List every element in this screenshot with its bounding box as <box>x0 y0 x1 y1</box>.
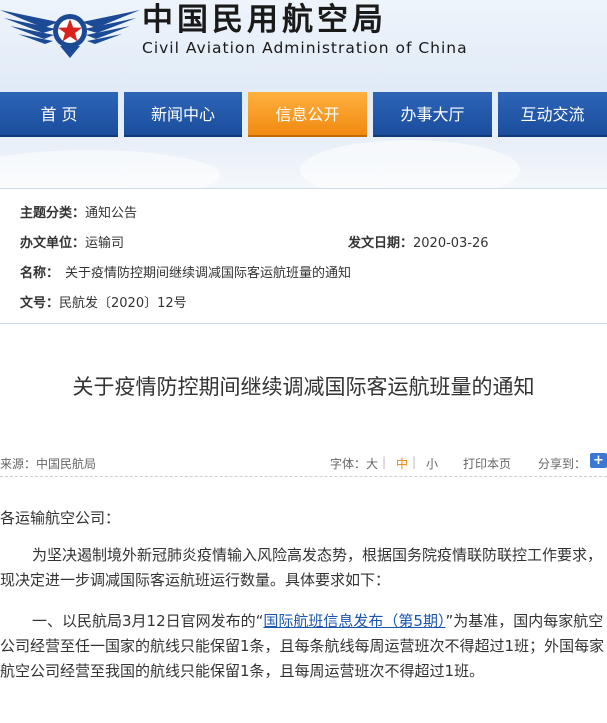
separator: | <box>412 455 417 469</box>
main-navigation: 首 页 新闻中心 信息公开 办事大厅 互动交流 <box>0 92 607 137</box>
unit-label: 办文单位： <box>20 236 86 251</box>
info-name: 名称： 关于疫情防控期间继续调减国际客运航班量的通知 <box>20 262 351 281</box>
docno-value: 民航发〔2020〕12号 <box>59 296 187 311</box>
article-paragraph-1: 为坚决遏制境外新冠肺炎疫情输入风险高发态势，根据国务院疫情联防联控工作要求，现决… <box>0 546 603 589</box>
name-value: 关于疫情防控期间继续调减国际客运航班量的通知 <box>65 266 352 281</box>
caac-emblem-icon[interactable] <box>0 2 140 62</box>
name-label: 名称： <box>20 266 60 281</box>
category-label: 主题分类： <box>20 206 86 221</box>
info-unit: 办文单位：运输司 <box>20 232 124 251</box>
separator: | <box>382 455 387 469</box>
info-category: 主题分类：通知公告 <box>20 202 137 221</box>
share-plus-icon[interactable]: + <box>590 453 607 468</box>
docno-label: 文号： <box>20 296 60 311</box>
date-value: 2020-03-26 <box>413 236 489 251</box>
cloud-decoration <box>0 150 220 190</box>
document-info-panel: 主题分类：通知公告 办文单位：运输司 发文日期：2020-03-26 名称： 关于… <box>0 188 607 324</box>
nav-home[interactable]: 首 页 <box>0 92 118 137</box>
nav-interaction[interactable]: 互动交流 <box>498 92 607 137</box>
font-size-medium-button[interactable]: 中 <box>396 455 408 472</box>
article-paragraph-2: 一、以民航局3月12日官网发布的“国际航班信息发布（第5期）”为基准，国内每家航… <box>0 609 607 684</box>
date-label: 发文日期： <box>348 236 414 251</box>
category-value: 通知公告 <box>85 206 138 221</box>
nav-service-hall[interactable]: 办事大厅 <box>373 92 492 137</box>
nav-news-center[interactable]: 新闻中心 <box>124 92 242 137</box>
info-docno: 文号：民航发〔2020〕12号 <box>20 292 187 311</box>
article-salutation: 各运输航空公司： <box>0 509 121 527</box>
site-title-english: Civil Aviation Administration of China <box>142 39 468 57</box>
print-page-button[interactable]: 打印本页 <box>463 455 511 472</box>
flight-info-release-link[interactable]: 国际航班信息发布（第5期） <box>263 612 445 630</box>
article-title: 关于疫情防控期间继续调减国际客运航班量的通知 <box>72 375 535 399</box>
font-size-label: 字体： <box>330 457 367 471</box>
site-title-chinese: 中国民用航空局 <box>142 2 387 38</box>
share-label: 分享到： <box>538 457 587 471</box>
info-date: 发文日期：2020-03-26 <box>348 232 489 251</box>
font-size-large-button[interactable]: 大 <box>366 455 378 472</box>
font-size-small-button[interactable]: 小 <box>426 455 438 472</box>
site-header: 中国民用航空局 Civil Aviation Administration of… <box>0 0 607 190</box>
article-source: 来源：中国民航局 <box>0 457 97 471</box>
unit-value: 运输司 <box>85 236 125 251</box>
article-meta-bar: 来源：中国民航局 字体： 大 | 中 | 小 打印本页 分享到： + <box>0 448 607 477</box>
cloud-decoration <box>300 140 520 190</box>
paragraph-2-prefix: 一、以民航局3月12日官网发布的“ <box>32 612 264 630</box>
nav-info-disclosure[interactable]: 信息公开 <box>248 92 367 137</box>
